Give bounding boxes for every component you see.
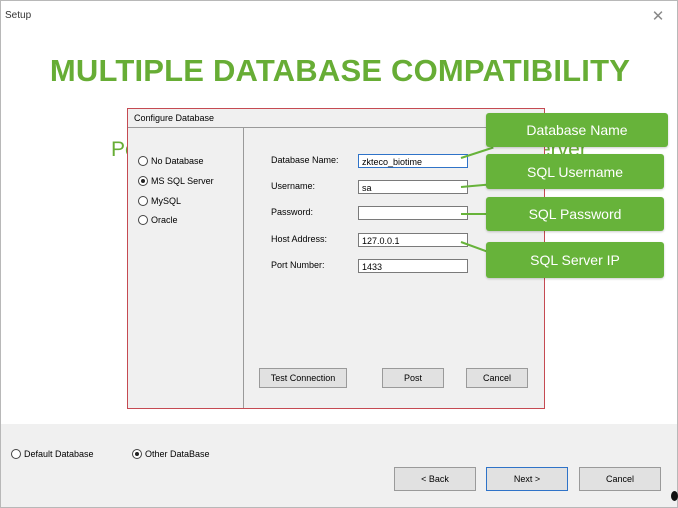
password-input[interactable] — [358, 206, 468, 220]
radio-label: MS SQL Server — [151, 176, 214, 186]
post-button[interactable]: Post — [382, 368, 444, 388]
callout-database-name: Database Name — [486, 113, 668, 147]
configure-database-dialog: Configure Database No Database MS SQL Se… — [127, 108, 545, 409]
port-number-label: Port Number: — [271, 260, 325, 270]
wizard-cancel-button[interactable]: Cancel — [579, 467, 661, 491]
radio-indicator — [138, 176, 148, 186]
setup-window: Setup ✕ MULTIPLE DATABASE COMPATIBILITY … — [0, 0, 678, 508]
dialog-title-divider — [128, 127, 544, 128]
dialog-title: Configure Database — [134, 113, 215, 123]
username-label: Username: — [271, 181, 316, 191]
radio-label: No Database — [151, 156, 204, 166]
callout-sql-server-ip: SQL Server IP — [486, 242, 664, 278]
radio-other-database[interactable]: Other DataBase — [132, 449, 210, 459]
callout-leader-sql-password — [461, 213, 489, 215]
radio-default-database[interactable]: Default Database — [11, 449, 94, 459]
radio-indicator — [132, 449, 142, 459]
password-label: Password: — [271, 207, 314, 217]
radio-label: Other DataBase — [145, 449, 210, 459]
callout-sql-username: SQL Username — [486, 154, 664, 189]
next-button[interactable]: Next > — [486, 467, 568, 491]
radio-indicator — [138, 156, 148, 166]
banner-title: MULTIPLE DATABASE COMPATIBILITY — [49, 53, 631, 88]
radio-oracle[interactable]: Oracle — [138, 215, 178, 225]
window-title: Setup — [5, 10, 32, 21]
close-icon[interactable]: ✕ — [650, 7, 666, 25]
port-number-input[interactable]: 1433 — [358, 259, 468, 273]
radio-ms-sql-server[interactable]: MS SQL Server — [138, 176, 214, 186]
database-name-input[interactable]: zkteco_biotime — [358, 154, 468, 168]
radio-indicator — [138, 196, 148, 206]
radio-mysql[interactable]: MySQL — [138, 196, 181, 206]
username-input[interactable]: sa — [358, 180, 468, 194]
dialog-cancel-button[interactable]: Cancel — [466, 368, 528, 388]
radio-label: MySQL — [151, 196, 182, 206]
radio-label: Oracle — [151, 215, 178, 225]
radio-label: Default Database — [24, 449, 94, 459]
radio-no-database[interactable]: No Database — [138, 156, 204, 166]
radio-indicator — [138, 215, 148, 225]
host-address-input[interactable]: 127.0.0.1 — [358, 233, 468, 247]
dialog-panel-divider — [243, 128, 244, 408]
host-address-label: Host Address: — [271, 234, 328, 244]
database-name-label: Database Name: — [271, 155, 339, 165]
back-button[interactable]: < Back — [394, 467, 476, 491]
wizard-footer — [1, 424, 677, 507]
callout-sql-password: SQL Password — [486, 197, 664, 231]
edge-artifact — [671, 491, 678, 501]
radio-indicator — [11, 449, 21, 459]
test-connection-button[interactable]: Test Connection — [259, 368, 347, 388]
